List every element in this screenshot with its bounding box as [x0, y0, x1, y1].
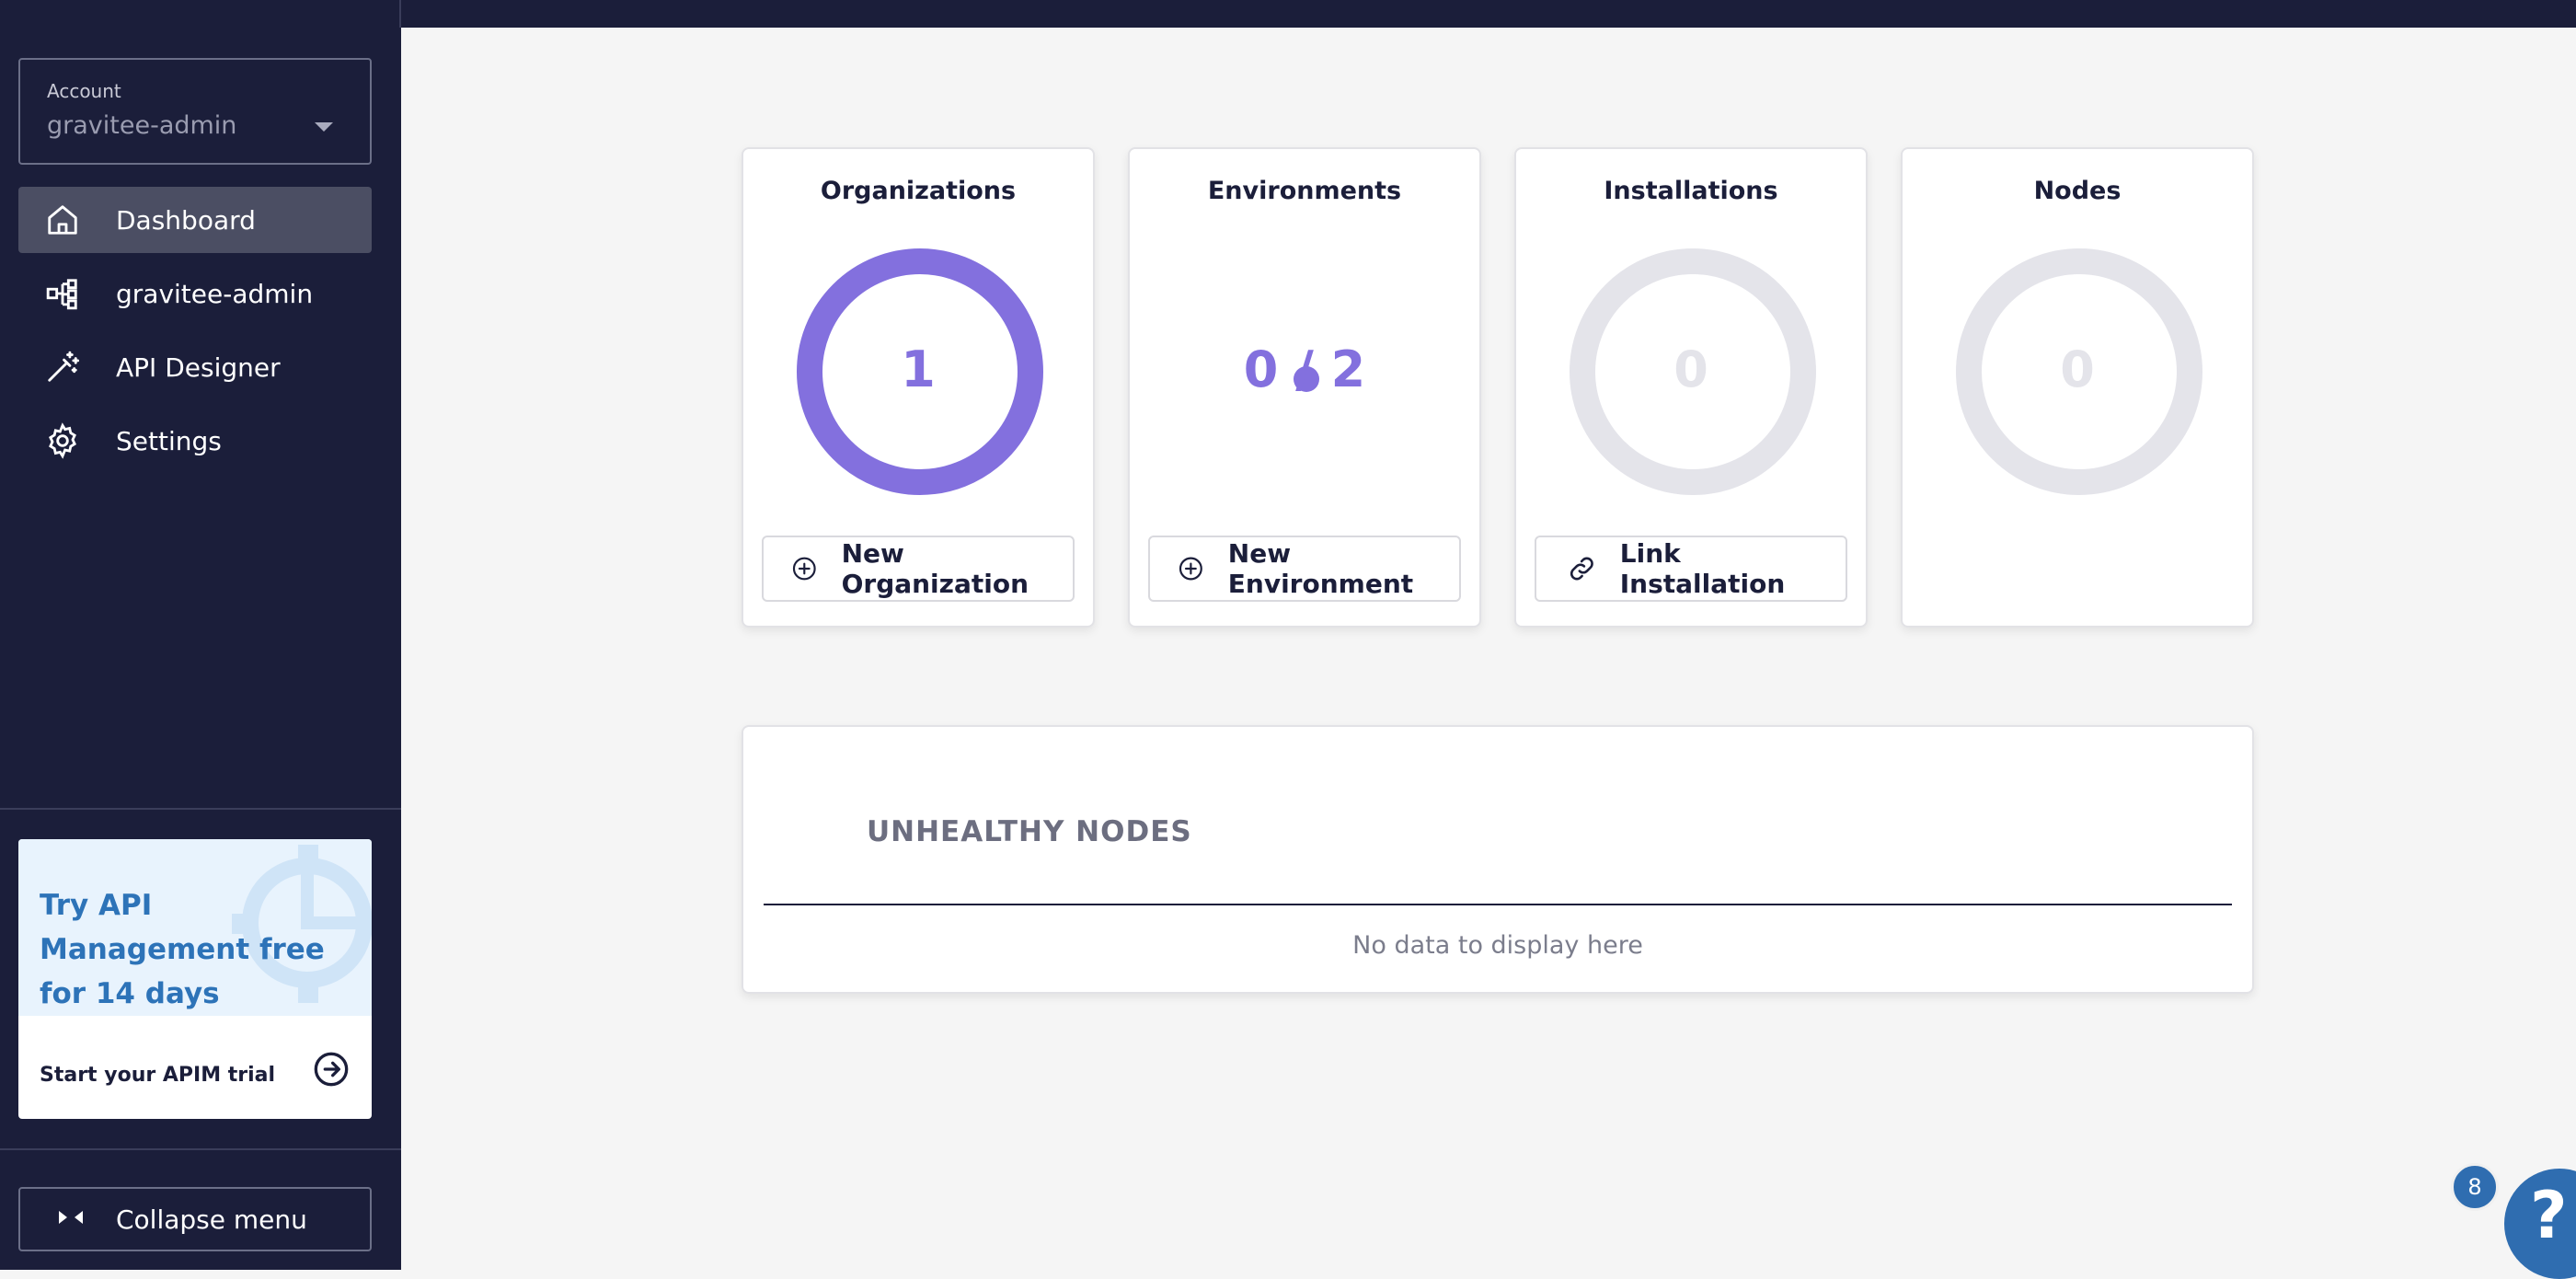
nodes-card: Nodes 0 [1901, 147, 2254, 628]
promo-banner: Try API Management free for 14 days [18, 839, 372, 1016]
card-title: Installations [1604, 177, 1778, 205]
sidebar-nav: Dashboard gravitee-admin API Designer Se… [18, 187, 372, 481]
button-label: Link Installation [1619, 538, 1786, 599]
button-label: New Environment [1227, 538, 1414, 599]
installations-count: 0 [1673, 340, 1708, 398]
organizations-count: 1 [901, 340, 936, 398]
new-environment-button[interactable]: New Environment [1148, 536, 1461, 602]
button-label: New Organization [841, 538, 1029, 599]
plus-circle-icon [792, 557, 816, 581]
sidebar-item-label: Settings [116, 425, 222, 456]
top-bar-divider [399, 0, 401, 28]
gear-icon [44, 422, 81, 459]
sidebar-divider [0, 1148, 401, 1150]
account-label: Account [47, 80, 121, 102]
collapse-menu-button[interactable]: Collapse menu [18, 1187, 372, 1251]
sidebar-item-label: API Designer [116, 351, 281, 383]
sidebar-item-settings[interactable]: Settings [18, 408, 372, 474]
sidebar-item-api-designer[interactable]: API Designer [18, 334, 372, 400]
notification-badge: 8 [2451, 1163, 2499, 1211]
environments-card: Environments 0 / 2 New Environment [1128, 147, 1481, 628]
arrow-right-circle-icon[interactable] [313, 1051, 350, 1091]
collapse-menu-label: Collapse menu [116, 1204, 307, 1235]
plus-circle-icon [1179, 557, 1202, 581]
panel-title: UNHEALTHY NODES [867, 815, 1192, 848]
wand-icon [44, 349, 81, 386]
question-mark-icon: ? [2530, 1178, 2568, 1253]
organization-icon [44, 275, 81, 312]
caret-down-icon [315, 122, 333, 132]
collapse-icon [57, 1207, 85, 1231]
account-selector[interactable]: Account gravitee-admin [18, 58, 372, 165]
promo-cta-label[interactable]: Start your APIM trial [40, 1064, 275, 1087]
sidebar-item-label: gravitee-admin [116, 278, 314, 309]
nodes-count: 0 [2060, 340, 2095, 398]
link-installation-button[interactable]: Link Installation [1535, 536, 1847, 602]
organizations-card: Organizations 1 New Organization [742, 147, 1095, 628]
sidebar-divider [0, 808, 401, 810]
apim-trial-promo[interactable]: Try API Management free for 14 days Star… [18, 839, 372, 1119]
promo-headline: Try API Management free for 14 days [40, 889, 325, 1010]
sidebar-item-dashboard[interactable]: Dashboard [18, 187, 372, 253]
installations-card: Installations 0 Link Installation [1514, 147, 1868, 628]
card-title: Environments [1207, 177, 1402, 205]
unhealthy-nodes-panel: UNHEALTHY NODES No data to display here [742, 725, 2254, 994]
environments-count: 0 / 2 [1243, 340, 1366, 398]
card-title: Nodes [2033, 177, 2122, 205]
panel-divider [764, 904, 2232, 905]
top-bar [0, 0, 2576, 28]
empty-state-text: No data to display here [1352, 931, 1643, 960]
help-button[interactable]: ? [2504, 1169, 2576, 1279]
account-value: gravitee-admin [47, 111, 237, 140]
card-title: Organizations [820, 177, 1017, 205]
sidebar: Account gravitee-admin Dashboard gravite… [0, 28, 401, 1270]
sidebar-item-label: Dashboard [116, 204, 256, 236]
sidebar-item-organization[interactable]: gravitee-admin [18, 260, 372, 327]
home-icon [44, 202, 81, 238]
link-icon [1570, 557, 1593, 581]
new-organization-button[interactable]: New Organization [762, 536, 1075, 602]
